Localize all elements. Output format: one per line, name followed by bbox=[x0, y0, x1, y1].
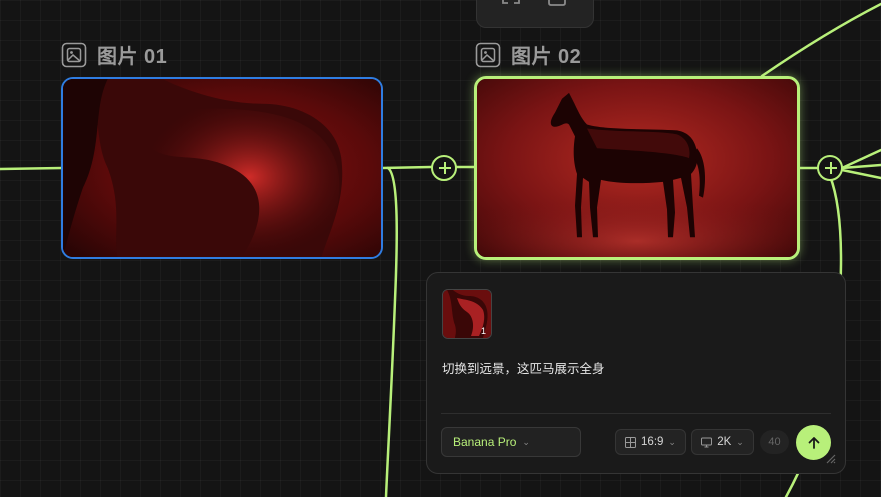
reference-thumbnail[interactable]: 1 bbox=[442, 289, 492, 339]
resolution-label: 2K bbox=[717, 436, 732, 448]
node-title-label: 图片 01 bbox=[97, 46, 168, 68]
arrow-up-icon bbox=[808, 436, 819, 449]
image-node-2[interactable] bbox=[474, 76, 800, 260]
monitor-icon bbox=[701, 437, 713, 447]
prompt-text[interactable]: 切换到远景，这匹马展示全身 bbox=[442, 358, 605, 377]
prompt-panel: 1 切换到远景，这匹马展示全身 Banana Pro ⌄ 16:9 ⌄ 2K ⌄… bbox=[426, 272, 846, 474]
frame-icon[interactable] bbox=[547, 0, 567, 11]
image-icon bbox=[61, 42, 87, 67]
aspect-ratio-icon bbox=[625, 436, 637, 448]
model-select[interactable]: Banana Pro ⌄ bbox=[441, 427, 581, 457]
image-node-1[interactable] bbox=[61, 77, 383, 259]
output-port[interactable] bbox=[817, 155, 843, 181]
image-icon bbox=[475, 42, 501, 67]
node-title-label: 图片 02 bbox=[511, 46, 582, 68]
model-select-label: Banana Pro bbox=[453, 435, 517, 449]
credit-count: 40 bbox=[760, 430, 789, 454]
node-title-1: 图片 01 bbox=[61, 40, 167, 69]
crop-icon[interactable] bbox=[501, 0, 521, 11]
chevron-down-icon: ⌄ bbox=[522, 436, 530, 447]
node-title-2: 图片 02 bbox=[475, 40, 581, 69]
panel-divider bbox=[441, 413, 831, 414]
resolution-select[interactable]: 2K ⌄ bbox=[691, 429, 754, 455]
horse-closeup-image bbox=[63, 79, 381, 257]
connect-port[interactable] bbox=[431, 155, 457, 181]
node-toolbar bbox=[476, 0, 594, 28]
chevron-down-icon: ⌄ bbox=[736, 436, 744, 447]
aspect-ratio-label: 16:9 bbox=[641, 436, 664, 448]
resize-handle-icon[interactable] bbox=[826, 454, 836, 464]
horse-fullbody-image bbox=[477, 79, 797, 257]
thumbnail-index-badge: 1 bbox=[480, 326, 486, 336]
chevron-down-icon: ⌄ bbox=[668, 436, 676, 447]
aspect-ratio-select[interactable]: 16:9 ⌄ bbox=[615, 429, 686, 455]
